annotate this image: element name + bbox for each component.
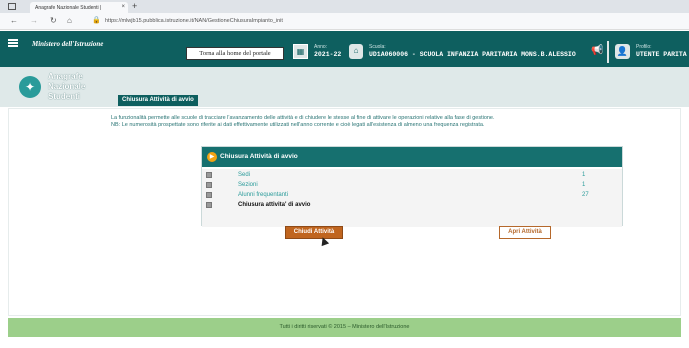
new-tab-icon[interactable]: + — [132, 1, 137, 11]
ministry-header: Ministero dell'Istruzione Torna alla hom… — [0, 31, 689, 67]
profile-divider — [607, 41, 609, 63]
browser-tab-title: Anagrafe Nazionale Studenti | — [35, 5, 102, 11]
scuola-value: UD1A060006 - SCUOLA INFANZIA PARITARIA M… — [369, 51, 576, 58]
close-activity-button[interactable]: Chiudi Attività — [285, 226, 343, 239]
row-label: Alunni frequentanti — [238, 192, 289, 198]
list-item: Sezioni 1 — [202, 181, 622, 190]
row-icon — [206, 172, 212, 178]
app-header: ✦ Anagrafe Nazionale Studenti — [0, 67, 689, 107]
forward-icon[interactable]: → — [30, 16, 38, 25]
app-logo[interactable]: ✦ Anagrafe Nazionale Studenti — [15, 70, 105, 102]
row-label: Chiusura attivita' di avvio — [238, 202, 311, 208]
footer-text: Tutti i diritti riservati © 2015 – Minis… — [279, 324, 410, 330]
list-item: Alunni frequentanti 27 — [202, 191, 622, 200]
row-icon — [206, 182, 212, 188]
address-bar: ← → ↻ ⌂ 🔒 https://mlwjb15.pubblica.istru… — [0, 13, 689, 30]
student-icon: ✦ — [19, 76, 41, 98]
row-icon — [206, 202, 212, 208]
row-label: Sedi — [238, 172, 251, 178]
home-portal-button[interactable]: Torna alla home del portale — [186, 47, 284, 60]
calendar-icon: ▦ — [293, 44, 308, 59]
play-icon: ▶ — [207, 152, 217, 162]
list-item: Chiusura attivita' di avvio — [202, 201, 622, 210]
tab-close-icon[interactable]: × — [121, 4, 125, 10]
menu-icon[interactable] — [8, 39, 18, 47]
anno-value: 2021-22 — [314, 51, 342, 58]
open-activity-button[interactable]: Apri Attività — [499, 226, 551, 239]
row-value: 27 — [582, 192, 589, 198]
profilo-label: Profilo: — [636, 44, 652, 50]
back-icon[interactable]: ← — [10, 16, 18, 25]
ministry-title: Ministero dell'Istruzione — [32, 40, 104, 48]
anno-label: Anno: — [314, 44, 328, 50]
window-icon[interactable] — [8, 3, 16, 10]
scuola-label: Scuola: — [369, 44, 386, 50]
panel-header: ▶ Chiusura Attività di avvio — [202, 147, 622, 167]
logo-line3: Studenti — [48, 92, 80, 101]
bottom-strip — [0, 337, 689, 348]
profilo-value: UTENTE PARITA — [636, 51, 687, 58]
row-label: Sezioni — [238, 182, 258, 188]
panel-body: Sedi 1 Sezioni 1 Alunni frequentanti 27 … — [202, 169, 622, 227]
browser-tab-bar: Anagrafe Nazionale Studenti | × + — [0, 0, 689, 13]
page-title-tab: Chiusura Attività di avvio — [118, 95, 198, 106]
footer: Tutti i diritti riservati © 2015 – Minis… — [8, 318, 681, 337]
browser-tab[interactable]: Anagrafe Nazionale Studenti | × — [30, 2, 128, 13]
row-value: 1 — [582, 182, 586, 188]
row-value: 1 — [582, 172, 586, 178]
logo-line2: Nazionale — [48, 82, 86, 91]
url-field[interactable]: https://mlwjb15.pubblica.istruzione.it/N… — [105, 18, 283, 24]
row-icon — [206, 192, 212, 198]
home-icon[interactable]: ⌂ — [67, 16, 72, 25]
lock-icon: 🔒 — [92, 17, 101, 24]
reload-icon[interactable]: ↻ — [50, 16, 57, 25]
info-line-1: La funzionalità permette alle scuole di … — [111, 115, 495, 121]
logo-line1: Anagrafe — [48, 72, 83, 81]
list-item: Sedi 1 — [202, 171, 622, 180]
summary-panel: ▶ Chiusura Attività di avvio Sedi 1 Sezi… — [201, 146, 623, 227]
panel-title: Chiusura Attività di avvio — [220, 153, 298, 160]
megaphone-icon[interactable]: 📢 — [591, 45, 603, 56]
info-line-2: NB: Le numerosità prospettate sono rifer… — [111, 122, 485, 128]
school-icon: ⌂ — [349, 44, 363, 59]
user-icon: 👤 — [615, 44, 630, 59]
